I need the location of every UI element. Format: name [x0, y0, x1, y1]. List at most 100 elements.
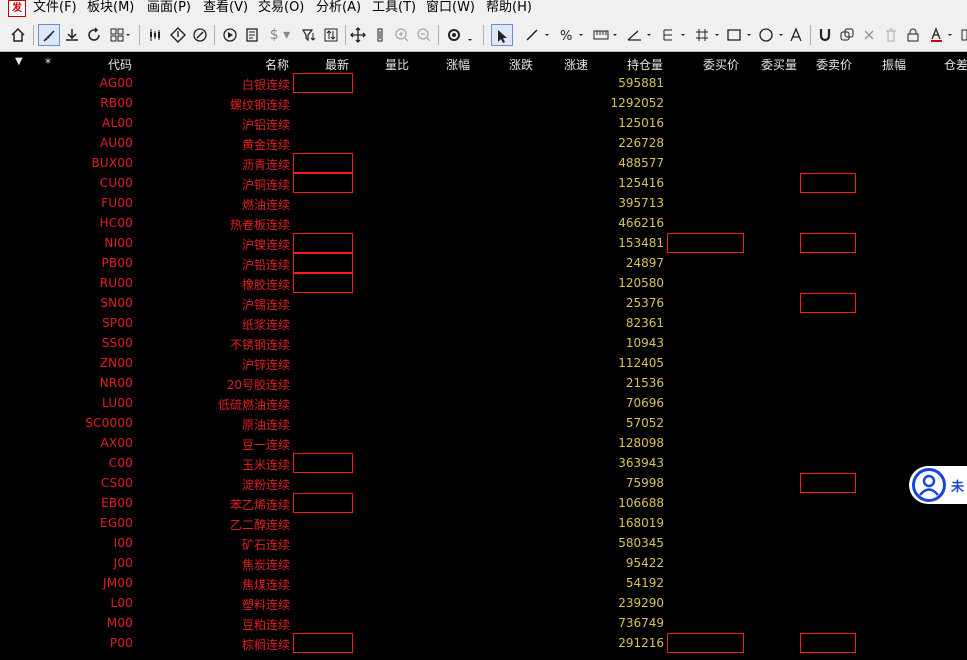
latest-price-cell-highlight[interactable] [293, 233, 353, 253]
bid-price-cell-highlight[interactable] [667, 633, 744, 653]
ask-price-cell-highlight[interactable] [800, 473, 856, 493]
ask-price-cell-highlight[interactable] [800, 233, 856, 253]
lock-icon[interactable] [903, 24, 923, 46]
latest-price-cell-highlight[interactable] [293, 493, 353, 513]
table-row[interactable]: EB00 苯乙烯连续 106688 [0, 493, 967, 513]
table-row[interactable]: C00 玉米连续 363943 [0, 453, 967, 473]
menu-analysis[interactable]: 分析(A) [316, 0, 361, 18]
column-header-latest[interactable]: 最新 [325, 56, 349, 73]
trash-icon[interactable] [881, 24, 901, 46]
customer-service-badge[interactable]: 未 [909, 466, 967, 504]
home-icon[interactable] [6, 24, 30, 46]
table-row[interactable]: SP00 纸浆连续 82361 [0, 313, 967, 333]
latest-price-cell-highlight[interactable] [293, 253, 353, 273]
table-row[interactable]: RU00 橡胶连续 120580 [0, 273, 967, 293]
rectangle-tool-icon[interactable] [724, 24, 756, 46]
column-header-volume-ratio[interactable]: 量比 [385, 56, 409, 73]
move-icon[interactable] [348, 24, 368, 46]
table-row[interactable]: BUX00 沥青连续 488577 [0, 153, 967, 173]
column-header-open-interest[interactable]: 持仓量 [627, 56, 663, 73]
table-row[interactable]: J00 焦炭连续 95422 [0, 553, 967, 573]
table-row[interactable]: AX00 豆一连续 128098 [0, 433, 967, 453]
menu-file[interactable]: 文件(F) [33, 0, 77, 18]
table-row[interactable]: HC00 热卷板连续 466216 [0, 213, 967, 233]
ruler-tool-icon[interactable] [590, 24, 622, 46]
sort-toggle-icon[interactable]: ▼ [15, 56, 23, 67]
column-header-amplitude[interactable]: 振幅 [882, 56, 906, 73]
table-row[interactable]: AU00 黄金连续 226728 [0, 133, 967, 153]
copy-icon[interactable] [837, 24, 857, 46]
table-row[interactable]: LU00 低硫燃油连续 70696 [0, 393, 967, 413]
table-row[interactable]: CU00 沪铜连续 125416 [0, 173, 967, 193]
ellipse-tool-icon[interactable] [756, 24, 788, 46]
download-icon[interactable] [62, 24, 82, 46]
table-row[interactable]: EG00 乙二醇连续 168019 [0, 513, 967, 533]
document-icon[interactable] [242, 24, 262, 46]
table-row[interactable]: JM00 焦煤连续 54192 [0, 573, 967, 593]
menu-tools[interactable]: 工具(T) [372, 0, 416, 18]
ask-price-cell-highlight[interactable] [800, 173, 856, 193]
table-row[interactable]: M00 豆粕连续 736749 [0, 613, 967, 633]
sort-icon[interactable] [320, 24, 342, 46]
magnet-icon[interactable] [815, 24, 835, 46]
edit-icon[interactable] [190, 24, 210, 46]
latest-price-cell-highlight[interactable] [293, 173, 353, 193]
latest-price-cell-highlight[interactable] [293, 453, 353, 473]
table-row[interactable]: RB00 螺纹钢连续 1292052 [0, 93, 967, 113]
latest-price-cell-highlight[interactable] [293, 73, 353, 93]
zoom-out-icon[interactable] [414, 24, 434, 46]
table-row[interactable]: SN00 沪锡连续 25376 [0, 293, 967, 313]
column-header-change[interactable]: 涨跌 [509, 56, 533, 73]
line-tool-icon[interactable] [522, 24, 554, 46]
bid-price-cell-highlight[interactable] [667, 233, 744, 253]
indicator-icon[interactable] [168, 24, 188, 46]
table-row[interactable]: CS00 淀粉连续 75998 [0, 473, 967, 493]
column-header-speed[interactable]: 涨速 [564, 56, 588, 73]
dollar-icon[interactable]: $ ▾ [264, 24, 296, 46]
table-row[interactable]: P00 棕榈连续 291216 [0, 633, 967, 653]
table-row[interactable]: AL00 沪铝连续 125016 [0, 113, 967, 133]
filter-icon[interactable] [298, 24, 320, 46]
star-column-header[interactable]: * [45, 56, 51, 70]
table-row[interactable]: I00 矿石连续 580345 [0, 533, 967, 553]
table-row[interactable]: SS00 不锈钢连续 10943 [0, 333, 967, 353]
candlestick-icon[interactable] [144, 24, 166, 46]
font-color-icon[interactable] [927, 24, 959, 46]
column-header-bid-price[interactable]: 委买价 [703, 56, 739, 73]
close-icon[interactable] [859, 24, 879, 46]
table-row[interactable]: ZN00 沪锌连续 112405 [0, 353, 967, 373]
latest-price-cell-highlight[interactable] [293, 153, 353, 173]
menu-help[interactable]: 帮助(H) [486, 0, 532, 18]
column-header-code[interactable]: 代码 [108, 56, 132, 73]
table-row[interactable]: PB00 沪铅连续 24897 [0, 253, 967, 273]
column-header-oi-change[interactable]: 仓差 [944, 56, 967, 73]
grid-tool-icon[interactable] [692, 24, 724, 46]
ask-price-cell-highlight[interactable] [800, 633, 856, 653]
column-header-name[interactable]: 名称 [265, 56, 289, 73]
column-header-change-percent[interactable]: 涨幅 [446, 56, 470, 73]
menu-view[interactable]: 查看(V) [203, 0, 248, 18]
table-row[interactable]: NR00 20号胶连续 21536 [0, 373, 967, 393]
ruler-icon[interactable] [38, 24, 60, 46]
latest-price-cell-highlight[interactable] [293, 633, 353, 653]
menu-trade[interactable]: 交易(O) [258, 0, 304, 18]
overflow-icon[interactable] [958, 24, 967, 46]
table-row[interactable]: L00 塑料连续 239290 [0, 593, 967, 613]
layout-grid-icon[interactable] [106, 24, 134, 46]
play-icon[interactable] [220, 24, 240, 46]
table-row[interactable]: FU00 燃油连续 395713 [0, 193, 967, 213]
text-tool-icon[interactable] [786, 24, 806, 46]
channel-tool-icon[interactable] [658, 24, 690, 46]
angle-tool-icon[interactable] [624, 24, 656, 46]
refresh-icon[interactable] [84, 24, 104, 46]
percent-tool-icon[interactable]: % [556, 24, 588, 46]
latest-price-cell-highlight[interactable] [293, 273, 353, 293]
table-row[interactable]: SC0000 原油连续 57052 [0, 413, 967, 433]
menu-screen[interactable]: 画面(P) [147, 0, 191, 18]
cursor-pointer-icon[interactable] [491, 24, 513, 46]
bar-icon[interactable] [370, 24, 390, 46]
column-header-bid-volume[interactable]: 委买量 [761, 56, 797, 73]
menu-sector[interactable]: 板块(M) [87, 0, 134, 18]
settings-gear-icon[interactable] [443, 24, 477, 46]
table-row[interactable]: NI00 沪镍连续 153481 [0, 233, 967, 253]
